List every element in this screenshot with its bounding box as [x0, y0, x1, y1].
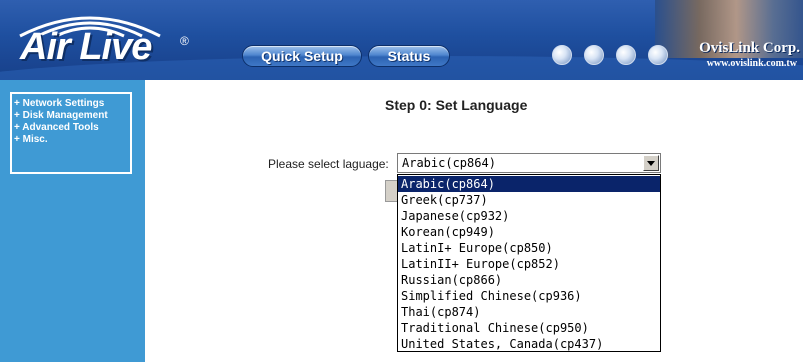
brand-url: www.ovislink.com.tw [706, 58, 797, 69]
sidebar-item-disk-management[interactable]: + Disk Management [14, 110, 128, 122]
language-option[interactable]: Greek(cp737) [398, 192, 660, 208]
status-button[interactable]: Status [368, 45, 450, 67]
language-option[interactable]: Arabic(cp864) [398, 176, 660, 192]
sidebar-menu: + Network Settings + Disk Management + A… [10, 92, 132, 174]
sidebar-item-misc[interactable]: + Misc. [14, 134, 128, 146]
language-option[interactable]: Korean(cp949) [398, 224, 660, 240]
language-option[interactable]: Russian(cp866) [398, 272, 660, 288]
globe-icon [616, 45, 636, 65]
sidebar-item-advanced-tools[interactable]: + Advanced Tools [14, 122, 128, 134]
chevron-down-icon[interactable] [643, 155, 659, 171]
language-option[interactable]: LatinII+ Europe(cp852) [398, 256, 660, 272]
language-label: Please select laguage: [268, 157, 389, 171]
language-option[interactable]: Traditional Chinese(cp950) [398, 320, 660, 336]
globe-icon [584, 45, 604, 65]
globe-icon [648, 45, 668, 65]
quick-setup-button[interactable]: Quick Setup [242, 45, 362, 67]
airlive-logo: Air Live [20, 26, 152, 68]
language-option[interactable]: Japanese(cp932) [398, 208, 660, 224]
page-title: Step 0: Set Language [385, 97, 528, 113]
brand-name: OvisLink Corp. [699, 40, 800, 56]
sidebar-item-network-settings[interactable]: + Network Settings [14, 98, 128, 110]
language-option[interactable]: Simplified Chinese(cp936) [398, 288, 660, 304]
language-select[interactable]: Arabic(cp864) [397, 153, 661, 173]
language-option[interactable]: United States, Canada(cp437) [398, 336, 660, 352]
language-select-value: Arabic(cp864) [402, 156, 496, 170]
language-option[interactable]: LatinI+ Europe(cp850) [398, 240, 660, 256]
registered-mark: ® [180, 34, 189, 48]
language-dropdown-list: Arabic(cp864) Greek(cp737) Japanese(cp93… [397, 174, 661, 352]
globe-icon [552, 45, 572, 65]
sidebar: + Network Settings + Disk Management + A… [0, 80, 145, 362]
language-option[interactable]: Thai(cp874) [398, 304, 660, 320]
header-banner: Air Live ® Quick Setup Status OvisLink C… [0, 0, 803, 80]
